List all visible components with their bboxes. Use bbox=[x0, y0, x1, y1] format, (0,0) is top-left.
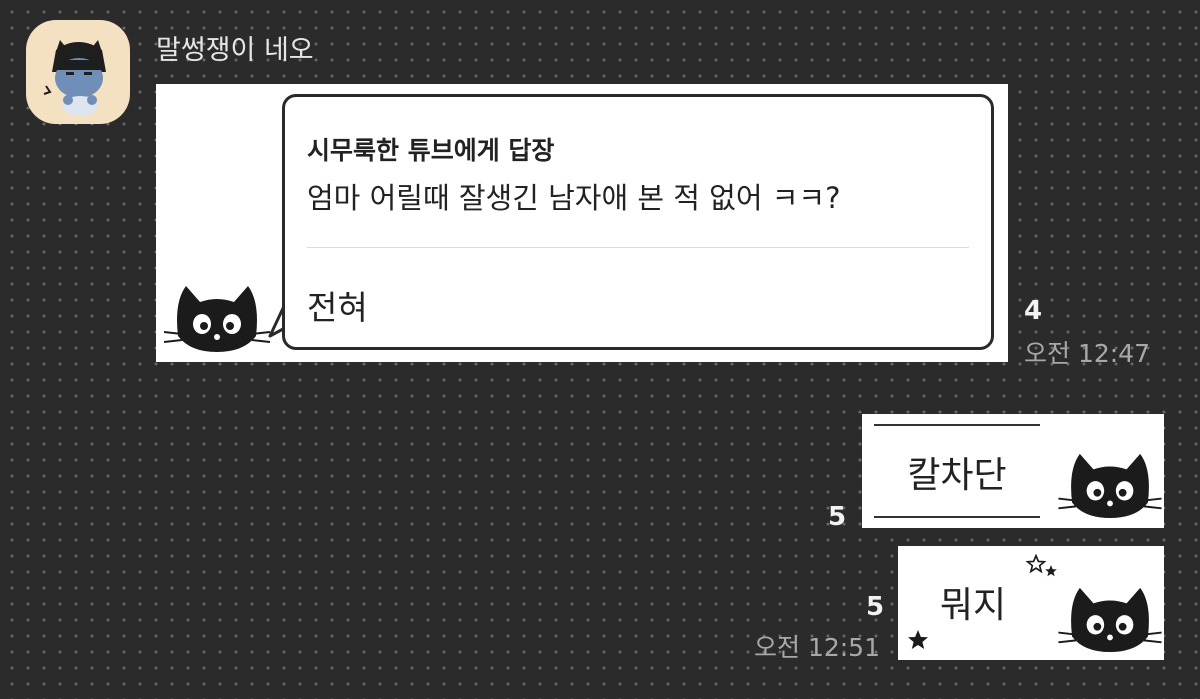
black-cat-icon bbox=[1058, 453, 1162, 519]
message-text: 전혀 bbox=[307, 288, 368, 327]
star-outline-icon bbox=[1026, 554, 1046, 574]
message-text: 뭐지 bbox=[939, 585, 1007, 626]
sender-name: 말썽쟁이 네오 bbox=[156, 35, 314, 66]
unread-count: 5 bbox=[828, 502, 847, 532]
quoted-text: 엄마 어릴때 잘생긴 남자애 본 적 없어 ㅋㅋ? bbox=[307, 181, 841, 215]
message-text: 칼차단 bbox=[907, 455, 1007, 496]
sticker-message-card[interactable]: 뭐지 bbox=[898, 546, 1164, 660]
avatar[interactable] bbox=[26, 20, 130, 124]
message-time: 오전 12:47 bbox=[1024, 339, 1150, 368]
reply-title: 시무룩한 튜브에게 답장 bbox=[307, 136, 555, 165]
black-cat-icon bbox=[1058, 587, 1162, 653]
neo-character-icon bbox=[43, 40, 106, 116]
message-time: 오전 12:51 bbox=[754, 633, 880, 662]
black-cat-icon bbox=[164, 286, 270, 352]
top-line bbox=[874, 424, 1040, 426]
reply-message-card[interactable]: 시무룩한 튜브에게 답장 엄마 어릴때 잘생긴 남자애 본 적 없어 ㅋㅋ? 전… bbox=[156, 84, 1008, 362]
unread-count: 5 bbox=[866, 592, 885, 622]
star-icon bbox=[908, 630, 928, 649]
star-icon bbox=[1045, 565, 1057, 577]
unread-count: 4 bbox=[1024, 296, 1043, 326]
bottom-line bbox=[874, 516, 1040, 518]
divider bbox=[307, 247, 969, 248]
sticker-message-card[interactable]: 칼차단 bbox=[862, 414, 1164, 528]
reply-bubble[interactable]: 시무룩한 튜브에게 답장 엄마 어릴때 잘생긴 남자애 본 적 없어 ㅋㅋ? 전… bbox=[282, 94, 994, 350]
